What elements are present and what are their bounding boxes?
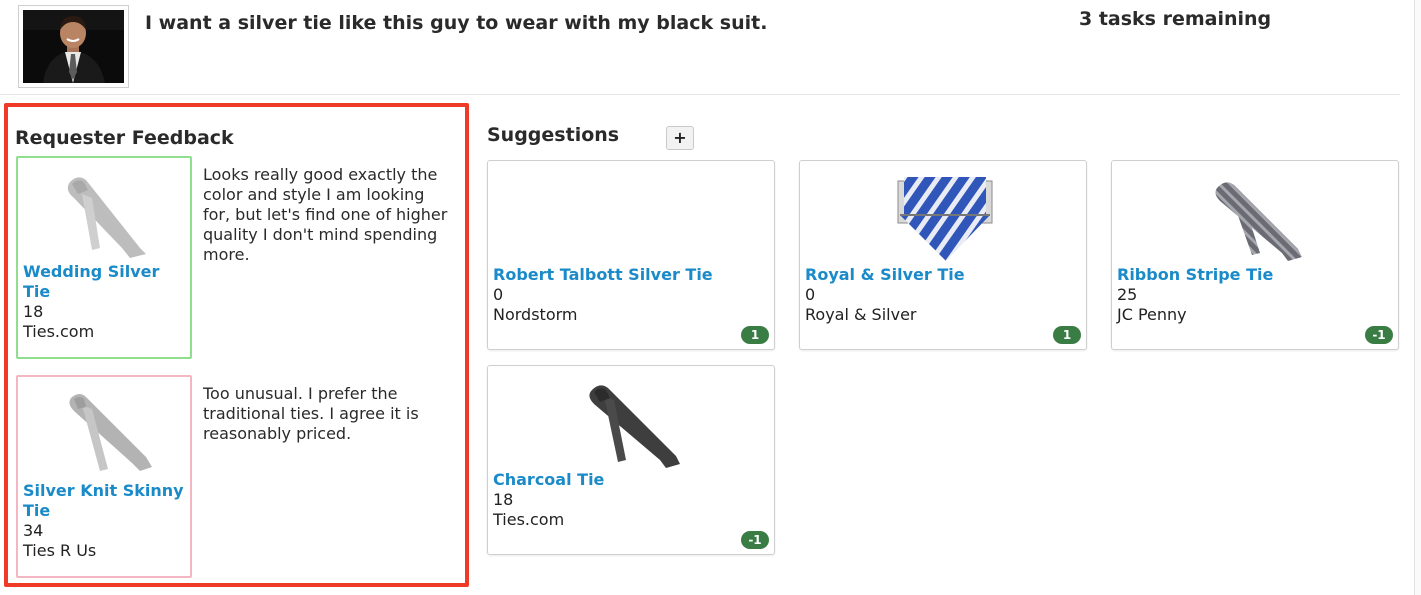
feedback-product-card[interactable]: Wedding Silver Tie 18 Ties.com [16, 156, 192, 359]
product-price: 0 [805, 285, 816, 304]
product-store: Ties.com [493, 510, 565, 529]
requester-feedback-title: Requester Feedback [15, 127, 234, 149]
suggestion-info: Ribbon Stripe Tie 25 JC Penny [1117, 265, 1392, 325]
product-store: Ties.com [23, 322, 95, 341]
page-scrollbar[interactable] [1414, 0, 1421, 595]
feedback-product-card[interactable]: Silver Knit Skinny Tie 34 Ties R Us [16, 375, 192, 578]
feedback-comment: Too unusual. I prefer the traditional ti… [203, 384, 419, 443]
requester-feedback-panel: Requester Feedback Wedding Silver Tie 18… [4, 103, 469, 587]
silver-tie-icon [67, 177, 146, 258]
person-photo-icon [23, 10, 124, 83]
charcoal-tie-icon [589, 385, 680, 468]
suggestion-card[interactable]: Robert Talbott Silver Tie 0 Nordstorm 1 [487, 160, 775, 350]
product-price: 0 [493, 285, 504, 304]
vote-badge: -1 [1365, 326, 1393, 344]
product-name-link[interactable]: Wedding Silver Tie [23, 262, 188, 302]
vote-badge: 1 [741, 326, 769, 344]
suggestion-card[interactable]: Ribbon Stripe Tie 25 JC Penny -1 [1111, 160, 1399, 350]
suggestion-info: Charcoal Tie 18 Ties.com [493, 470, 768, 530]
product-name-link[interactable]: Ribbon Stripe Tie [1117, 265, 1392, 285]
product-price: 18 [23, 302, 44, 321]
suggestion-card[interactable]: Royal & Silver Tie 0 Royal & Silver 1 [799, 160, 1087, 350]
request-header: I want a silver tie like this guy to wea… [0, 0, 1400, 95]
product-price: 18 [493, 490, 514, 509]
blue-striped-tie-box-icon [897, 177, 993, 261]
request-description: I want a silver tie like this guy to wea… [145, 12, 768, 34]
silver-knit-tie-icon [69, 394, 152, 471]
add-suggestion-button[interactable]: + [666, 126, 694, 150]
product-store: Nordstorm [493, 305, 578, 324]
product-store: Ties R Us [23, 541, 97, 560]
suggestion-card[interactable]: Charcoal Tie 18 Ties.com -1 [487, 365, 775, 555]
product-name-link[interactable]: Charcoal Tie [493, 470, 768, 490]
feedback-product-info: Wedding Silver Tie 18 Ties.com [23, 262, 188, 342]
requester-photo [18, 5, 129, 88]
vote-badge: 1 [1053, 326, 1081, 344]
feedback-product-info: Silver Knit Skinny Tie 34 Ties R Us [23, 481, 188, 561]
product-name-link[interactable]: Robert Talbott Silver Tie [493, 265, 768, 285]
product-price: 25 [1117, 285, 1138, 304]
feedback-comment: Looks really good exactly the color and … [203, 165, 448, 264]
product-name-link[interactable]: Royal & Silver Tie [805, 265, 1080, 285]
striped-tie-icon [1215, 182, 1302, 261]
suggestions-title: Suggestions [487, 124, 620, 146]
product-price: 34 [23, 521, 44, 540]
product-name-link[interactable]: Silver Knit Skinny Tie [23, 481, 188, 521]
suggestion-info: Royal & Silver Tie 0 Royal & Silver [805, 265, 1080, 325]
product-store: Royal & Silver [805, 305, 917, 324]
vote-badge: -1 [741, 531, 769, 549]
suggestion-info: Robert Talbott Silver Tie 0 Nordstorm [493, 265, 768, 325]
tasks-remaining-counter: 3 tasks remaining [1079, 8, 1272, 30]
product-store: JC Penny [1117, 305, 1187, 324]
